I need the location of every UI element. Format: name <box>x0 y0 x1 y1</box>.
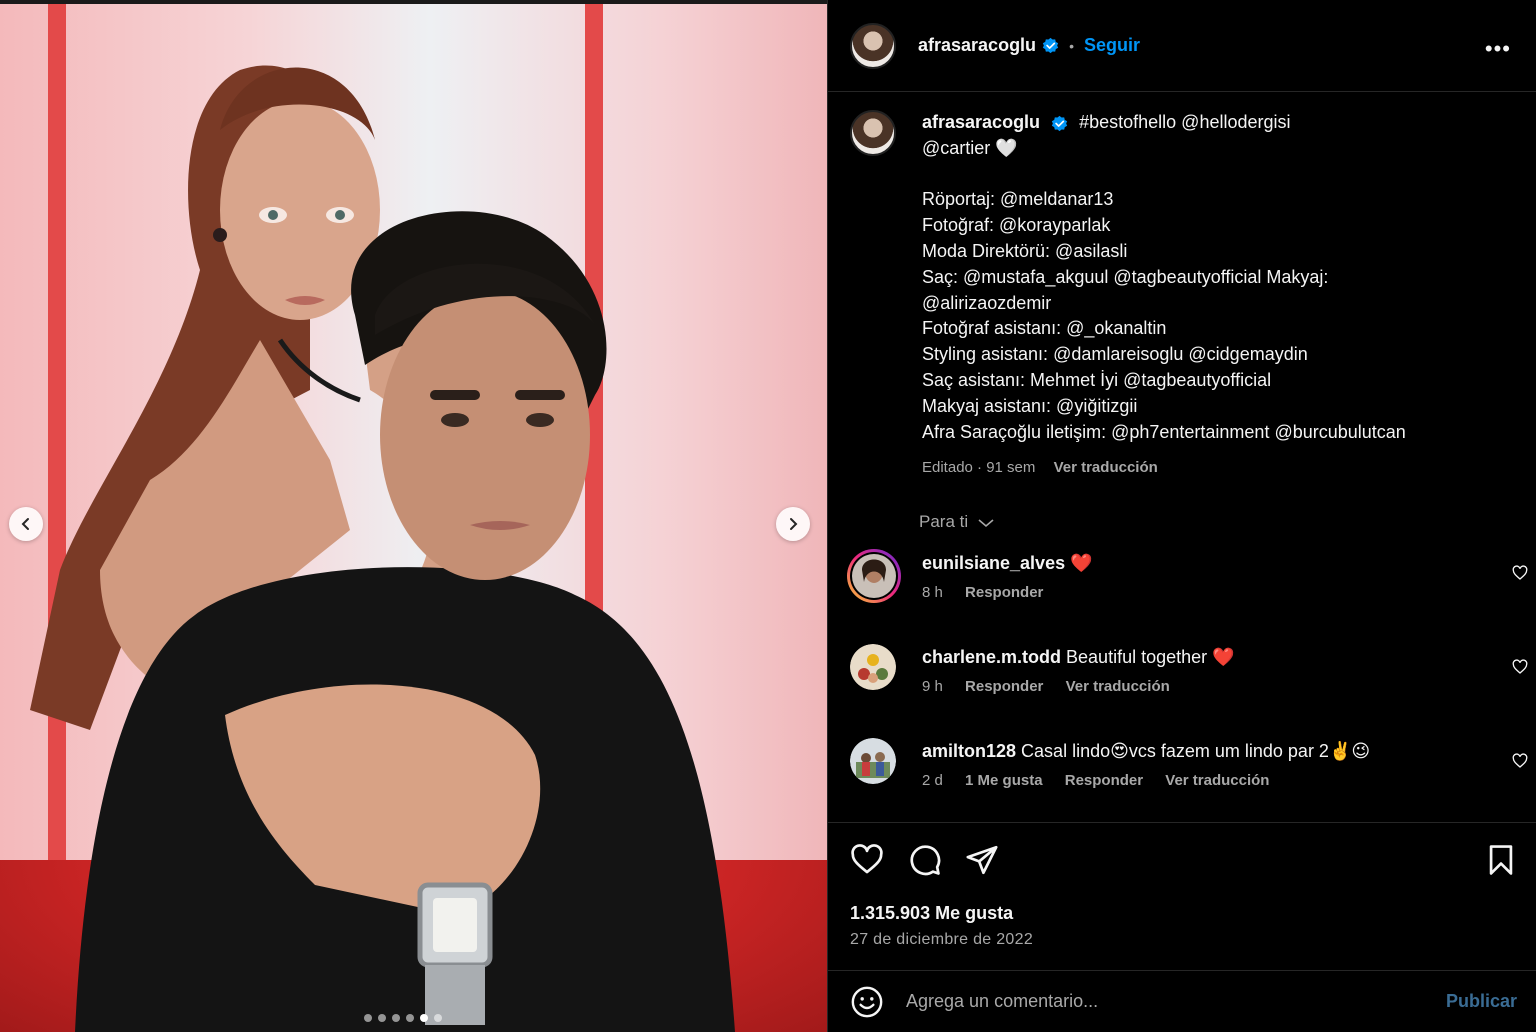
chevron-left-icon <box>21 518 29 530</box>
comment-meta: 2 d 1 Me gusta Responder Ver traducción <box>922 772 1530 789</box>
reply-button[interactable]: Responder <box>965 584 1043 601</box>
caption-text-line: Fotoğraf: @korayparlak <box>922 215 1111 236</box>
author-username[interactable]: afrasaracoglu <box>918 35 1036 56</box>
comment-likes-count[interactable]: 1 Me gusta <box>965 772 1043 789</box>
caption-text-line: Moda Direktörü: @asilasli <box>922 240 1128 261</box>
carousel-dot <box>420 1014 428 1022</box>
comment-meta: 8 h Responder <box>922 584 1530 601</box>
like-comment-heart-icon[interactable] <box>1512 753 1528 769</box>
like-heart-icon[interactable] <box>850 843 884 877</box>
caption-text-line: @alirizaozdemir <box>922 292 1052 313</box>
caption-text-line: Fotoğraf asistanı: @_okanaltin <box>922 318 1167 339</box>
follow-button[interactable]: Seguir <box>1084 35 1140 56</box>
reply-button[interactable]: Responder <box>1065 772 1143 789</box>
comment-time: 8 h <box>922 584 943 601</box>
carousel-dot <box>364 1014 372 1022</box>
carousel-dot <box>392 1014 400 1022</box>
comment-item: eunilsiane_alves ❤️ 8 h Responder <box>847 549 1530 603</box>
publish-button[interactable]: Publicar <box>1446 991 1517 1012</box>
translate-link[interactable]: Ver traducción <box>1165 772 1269 789</box>
chevron-down-icon <box>978 518 994 527</box>
post-side-panel: afrasaracoglu • Seguir ••• afrasaracoglu… <box>827 0 1536 1032</box>
header-separator: • <box>1069 37 1074 54</box>
caption-text-line: Röportaj: @meldanar13 <box>922 189 1114 210</box>
comment-input[interactable] <box>906 991 1406 1012</box>
caption-text-line: Afra Saraçoğlu iletişim: @ph7entertainme… <box>922 421 1406 442</box>
like-count[interactable]: 1.315.903 Me gusta <box>850 903 1013 924</box>
like-comment-heart-icon[interactable] <box>1512 659 1528 675</box>
save-bookmark-icon[interactable] <box>1484 843 1518 877</box>
comment-text: Casal lindo😍vcs fazem um lindo par 2✌️😉 <box>1016 741 1371 761</box>
caption-username[interactable]: afrasaracoglu <box>922 112 1040 132</box>
share-paper-plane-icon[interactable] <box>965 843 999 877</box>
caption-edited-time: Editado · 91 sem <box>922 459 1036 477</box>
commenter-avatar[interactable] <box>850 738 896 784</box>
caption-author-avatar[interactable] <box>850 110 896 156</box>
reply-button[interactable]: Responder <box>965 678 1043 695</box>
caption-text-line: Saç: @mustafa_akguul @tagbeautyofficial … <box>922 266 1329 287</box>
comment-text: Beautiful together ❤️ <box>1061 647 1235 667</box>
comment-time: 9 h <box>922 678 943 695</box>
post-caption: afrasaracoglu #bestofhello @hellodergisi… <box>850 110 1520 481</box>
caption-verified-badge-icon <box>1051 115 1068 131</box>
caption-text-line: Makyaj asistanı: @yiğitizgii <box>922 395 1138 416</box>
verified-badge-icon <box>1042 37 1059 54</box>
comment-filter-label: Para ti <box>919 512 969 531</box>
commenter-username[interactable]: charlene.m.todd <box>922 647 1061 667</box>
commenter-avatar[interactable] <box>850 644 896 690</box>
more-options-button[interactable]: ••• <box>1485 36 1511 62</box>
post-actions: 1.315.903 Me gusta 27 de diciembre de 20… <box>828 822 1536 970</box>
carousel-dot <box>378 1014 386 1022</box>
like-comment-heart-icon[interactable] <box>1512 565 1528 581</box>
carousel-dot <box>434 1014 442 1022</box>
comment-time: 2 d <box>922 772 943 789</box>
carousel-dots <box>364 1014 442 1022</box>
comment-bubble-icon[interactable] <box>908 843 942 877</box>
caption-translate-link[interactable]: Ver traducción <box>1054 459 1158 476</box>
caption-text-line: Styling asistanı: @damlareisoglu @cidgem… <box>922 344 1308 365</box>
post-header: afrasaracoglu • Seguir ••• <box>828 0 1536 92</box>
man-figure <box>75 211 735 1032</box>
commenter-username[interactable]: amilton128 <box>922 741 1016 761</box>
comment-text: ❤️ <box>1065 553 1093 573</box>
author-avatar[interactable] <box>850 22 896 69</box>
add-comment-bar: Publicar <box>828 970 1536 1032</box>
post-date: 27 de diciembre de 2022 <box>850 931 1034 948</box>
next-image-button[interactable] <box>776 507 810 541</box>
post-photo <box>0 0 827 1032</box>
chevron-right-icon <box>790 518 798 530</box>
caption-text-line: #bestofhello @hellodergisi <box>1079 112 1291 132</box>
caption-text-line: @cartier 🤍 <box>922 137 1018 158</box>
previous-image-button[interactable] <box>9 507 43 541</box>
emoji-smiley-icon[interactable] <box>850 985 884 1019</box>
top-strip <box>0 0 827 4</box>
caption-text-line: Saç asistanı: Mehmet İyi @tagbeautyoffic… <box>922 369 1272 390</box>
commenter-username[interactable]: eunilsiane_alves <box>922 553 1065 573</box>
caption-first-line: afrasaracoglu #bestofhello @hellodergisi <box>922 110 1520 136</box>
translate-link[interactable]: Ver traducción <box>1066 678 1170 695</box>
carousel-dot <box>406 1014 414 1022</box>
comment-meta: 9 h Responder Ver traducción <box>922 678 1530 695</box>
comment-filter-dropdown[interactable]: Para ti <box>919 512 995 532</box>
commenter-avatar[interactable] <box>846 548 902 604</box>
caption-meta: Editado · 91 sem Ver traducción <box>922 455 1520 481</box>
comment-item: charlene.m.todd Beautiful together ❤️ 9 … <box>850 644 1530 695</box>
comment-item: amilton128 Casal lindo😍vcs fazem um lind… <box>850 738 1530 789</box>
